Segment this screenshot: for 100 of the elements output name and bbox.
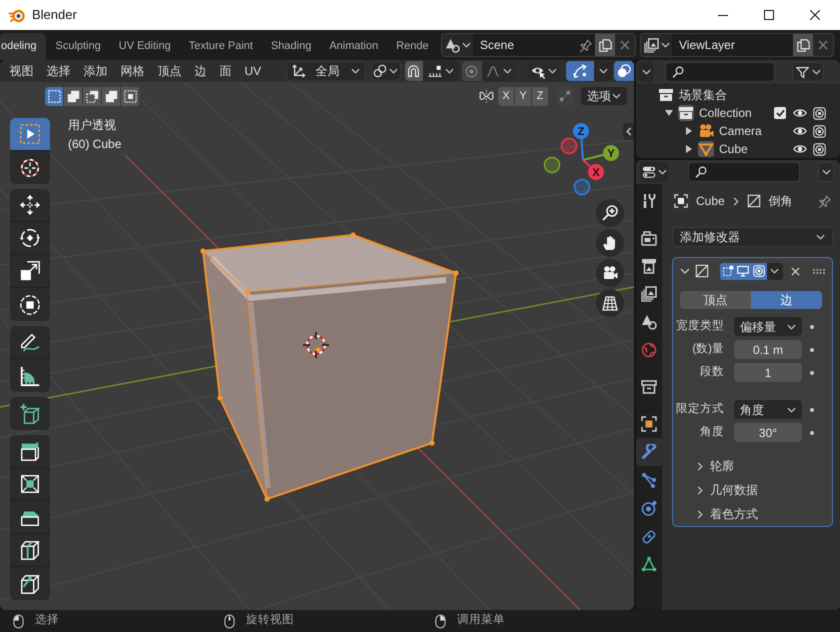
menu-item[interactable]: UV xyxy=(238,61,268,81)
add-cube-tool[interactable] xyxy=(10,397,50,430)
overlays-toggle[interactable] xyxy=(614,61,634,81)
rotate-tool[interactable] xyxy=(10,222,50,255)
pivot-dropdown[interactable] xyxy=(370,61,401,81)
select-box-tool[interactable] xyxy=(10,118,50,151)
select-mode-button[interactable] xyxy=(45,86,64,106)
transform-tool[interactable] xyxy=(10,288,50,321)
editor-type-dropdown[interactable] xyxy=(638,62,654,82)
square-in-dashed-square-icon xyxy=(124,90,136,102)
workspace-tab[interactable]: odeling xyxy=(0,33,46,60)
perspective-toggle[interactable] xyxy=(596,289,624,317)
axis-handle[interactable]: Y xyxy=(582,145,619,161)
affect-tab[interactable]: 顶点 xyxy=(680,291,751,309)
menu-item[interactable]: 添加 xyxy=(77,61,114,81)
app-logo-icon xyxy=(8,8,25,22)
camera-view-button[interactable] xyxy=(596,259,624,287)
properties-tab[interactable] xyxy=(636,438,662,466)
checkbox[interactable] xyxy=(774,107,786,119)
workspace-tab[interactable]: Shading xyxy=(262,33,320,60)
gizmo-dropdown[interactable] xyxy=(594,61,612,81)
overlapping-circles-icon xyxy=(617,64,631,78)
camera-lens-icon[interactable] xyxy=(813,142,826,156)
orientation-dropdown[interactable]: 全局 xyxy=(286,61,366,81)
viewport-toggle[interactable] xyxy=(736,262,751,280)
affect-tab[interactable]: 边 xyxy=(751,291,822,309)
menu-item[interactable]: 视图 xyxy=(3,61,40,81)
annotate-tool[interactable] xyxy=(10,326,50,359)
subpanel-header[interactable]: 轮廓 xyxy=(673,454,832,478)
workspace-tab[interactable]: Animation xyxy=(320,33,388,60)
axis-handle[interactable] xyxy=(574,178,590,196)
number-field[interactable]: 0.1 m xyxy=(734,340,802,359)
snap-target-dropdown[interactable] xyxy=(422,61,459,81)
outliner-item-label[interactable]: 场景集合 xyxy=(679,86,727,104)
filter-dropdown[interactable] xyxy=(792,62,824,82)
zoom-button[interactable] xyxy=(596,199,624,227)
knife-tool[interactable] xyxy=(10,567,50,600)
header-dropdown[interactable] xyxy=(818,162,834,182)
search-field[interactable] xyxy=(665,62,775,82)
outliner-item-label[interactable]: Camera xyxy=(719,122,762,140)
axis-handle[interactable] xyxy=(544,156,560,174)
menu-item[interactable]: 选择 xyxy=(40,61,77,81)
menu-item[interactable]: 面 xyxy=(213,61,238,81)
number-field[interactable]: 30° xyxy=(734,423,802,442)
axis-handle[interactable]: Z xyxy=(573,123,589,160)
inset-tool[interactable] xyxy=(10,468,50,501)
select-mode-button[interactable] xyxy=(121,86,140,106)
camera-lens-icon[interactable] xyxy=(813,124,826,138)
bevel-tool[interactable] xyxy=(10,501,50,534)
loop-cut-tool[interactable] xyxy=(10,534,50,567)
search-field[interactable] xyxy=(688,162,800,182)
options-dropdown[interactable]: 选项 xyxy=(580,86,628,106)
subpanel-header[interactable]: 着色方式 xyxy=(673,502,832,526)
edit-mode-toggle[interactable] xyxy=(720,262,736,280)
extrude-tool[interactable] xyxy=(10,435,50,468)
camera-lens-icon[interactable] xyxy=(813,106,826,120)
outliner-item-label[interactable]: Collection xyxy=(699,104,752,122)
cube-drawing[interactable] xyxy=(200,232,459,502)
snap-toggle[interactable] xyxy=(404,61,423,81)
axis-handle[interactable] xyxy=(560,138,578,154)
sidebar-toggle[interactable] xyxy=(623,123,634,140)
mirror-axis-toggle[interactable]: Y xyxy=(515,86,532,106)
value-dropdown[interactable]: 角度 xyxy=(734,400,802,419)
pin-button[interactable] xyxy=(817,194,831,208)
menu-item[interactable]: 顶点 xyxy=(151,61,188,81)
cursor-tool[interactable] xyxy=(10,151,50,184)
workspace-tab[interactable]: Rende xyxy=(387,33,438,60)
3d-viewport[interactable]: 视图 选择 添加 网格 顶点 边 面 UV 全局 X Y Z 选项 用户透视 (60) Cube Z Y X xyxy=(0,60,634,610)
falloff-dropdown[interactable] xyxy=(482,61,516,81)
mirror-axis-toggle[interactable]: X xyxy=(498,86,515,106)
auto-merge-toggle[interactable] xyxy=(556,86,574,106)
menu-item[interactable]: 网格 xyxy=(114,61,151,81)
proportional-toggle[interactable] xyxy=(462,61,482,81)
triangle-right-icon[interactable] xyxy=(686,145,692,153)
visibility-dropdown[interactable] xyxy=(528,61,560,81)
select-mode-button[interactable] xyxy=(102,86,121,106)
measure-tool[interactable] xyxy=(10,359,50,392)
value-dropdown[interactable]: 偏移量 xyxy=(734,317,802,336)
triangle-down-icon[interactable] xyxy=(665,110,673,116)
pan-button[interactable] xyxy=(596,229,624,257)
triangle-right-icon[interactable] xyxy=(686,127,692,135)
subpanel-header[interactable]: 几何数据 xyxy=(673,478,832,502)
mirror-axis-toggle[interactable]: Z xyxy=(532,86,549,106)
mouse-left-click-icon xyxy=(13,614,24,628)
chevron-down-icon xyxy=(444,68,454,74)
move-tool[interactable] xyxy=(10,189,50,222)
workspace-tab[interactable]: UV Editing xyxy=(110,33,180,60)
workspace-tab[interactable]: Texture Paint xyxy=(180,33,262,60)
outliner-item-label[interactable]: Cube xyxy=(719,140,748,158)
gizmo-toggle[interactable] xyxy=(566,61,594,81)
workspace-tab[interactable]: Sculpting xyxy=(46,33,110,60)
editor-type-dropdown[interactable] xyxy=(640,162,668,182)
menu-item[interactable]: 边 xyxy=(188,61,213,81)
number-field[interactable]: 1 xyxy=(734,363,802,382)
scale-tool[interactable] xyxy=(10,255,50,288)
select-mode-button[interactable] xyxy=(83,86,102,106)
toggle-options-dropdown[interactable] xyxy=(766,262,782,280)
select-mode-button[interactable] xyxy=(64,86,83,106)
render-toggle[interactable] xyxy=(751,262,766,280)
add-modifier-dropdown[interactable]: 添加修改器 xyxy=(672,227,833,247)
